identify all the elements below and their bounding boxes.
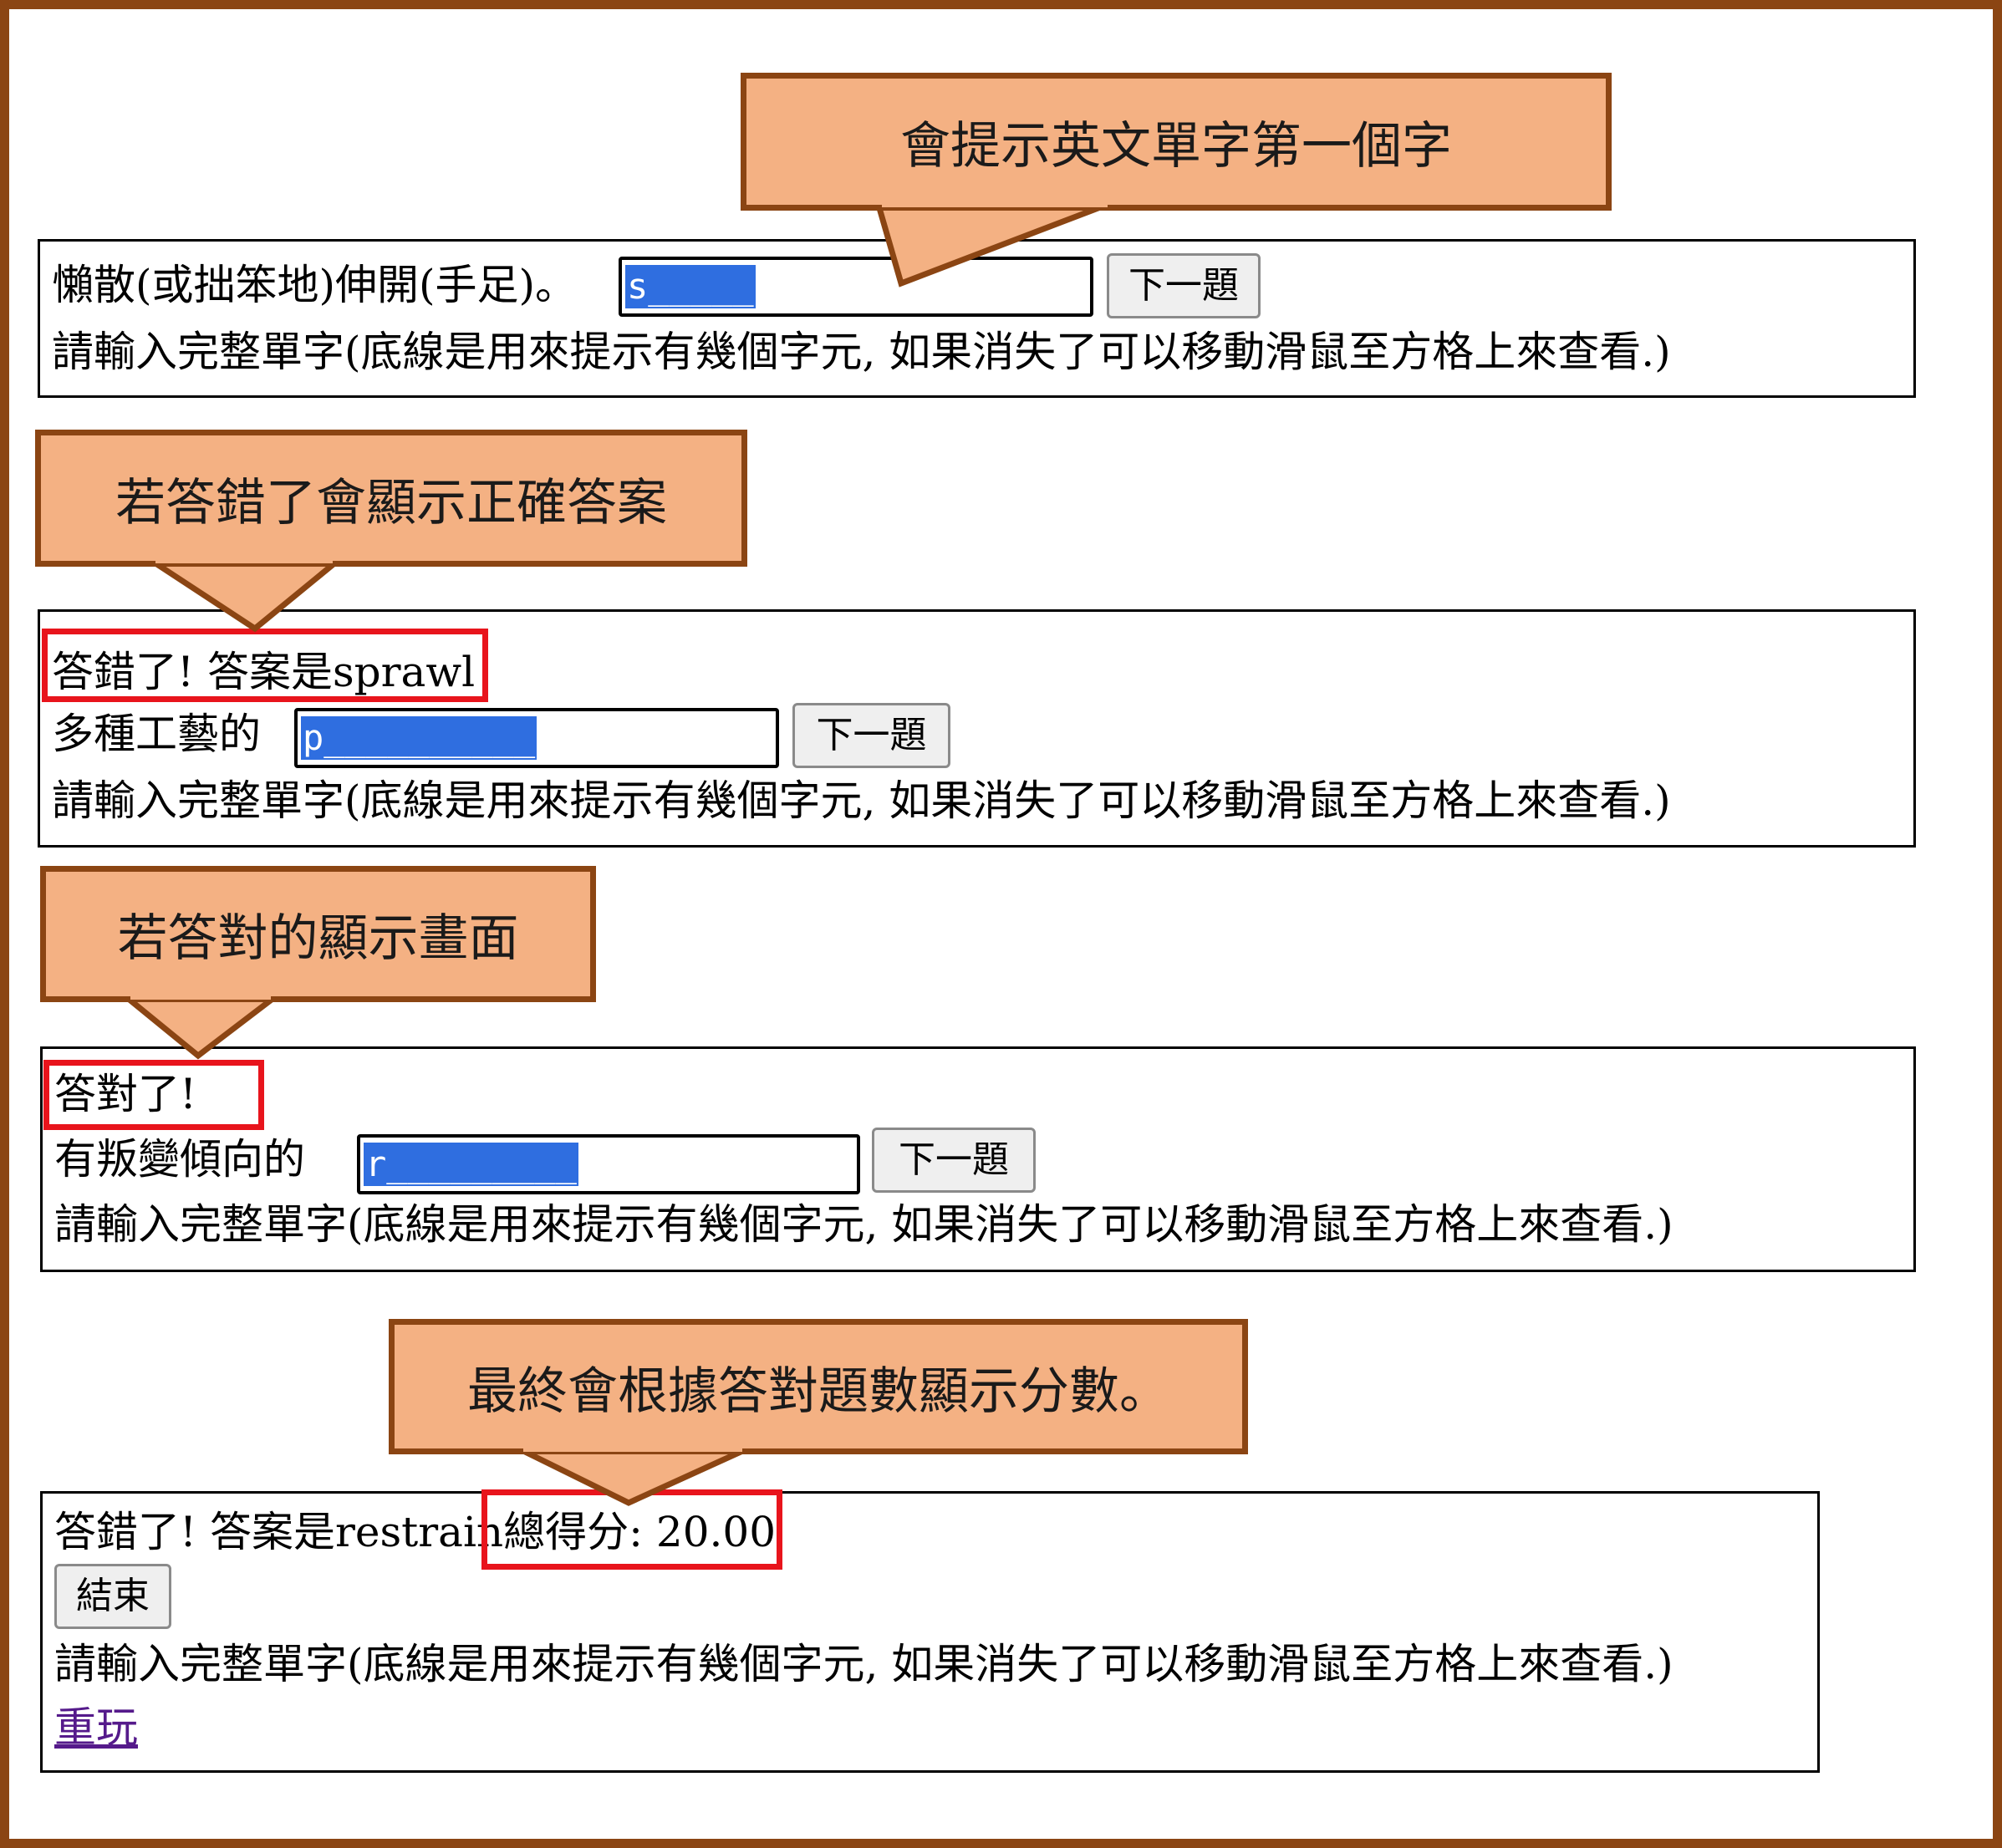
answer-hint-text: s_____ <box>625 265 756 308</box>
next-question-button[interactable]: 下一題 <box>872 1128 1036 1193</box>
instruction-text: 請輸入完整單字(底線是用來提示有幾個字元, 如果消失了可以移動滑鼠至方格上來查看… <box>54 1640 1673 1688</box>
callout-right: 若答對的顯示畫面 <box>40 866 596 1002</box>
next-question-button[interactable]: 下一題 <box>1107 253 1261 318</box>
quiz-panel-hint: 懶散(或拙笨地)伸開(手足)。 s_____ 下一題 請輸入完整單字(底線是用來… <box>38 239 1916 398</box>
question-text: 多種工藝的 <box>52 710 261 758</box>
answer-input[interactable]: s_____ <box>619 257 1093 317</box>
correct-feedback-highlight <box>43 1060 264 1130</box>
quiz-panel-final: 答錯了! 答案是restrain總得分: 20.00 結束 請輸入完整單字(底線… <box>40 1491 1820 1773</box>
question-text: 懶散(或拙笨地)伸開(手足)。 <box>52 261 578 309</box>
answer-hint-text: p__________ <box>301 716 537 760</box>
replay-link[interactable]: 重玩 <box>54 1703 138 1752</box>
question-text: 有叛變傾向的 <box>54 1135 305 1184</box>
answer-input[interactable]: r_________ <box>357 1134 860 1194</box>
replay-line: 重玩 <box>54 1701 138 1754</box>
answer-hint-text: r_________ <box>364 1143 578 1186</box>
instruction-text: 請輸入完整單字(底線是用來提示有幾個字元, 如果消失了可以移動滑鼠至方格上來查看… <box>54 1200 1673 1249</box>
instruction-text: 請輸入完整單字(底線是用來提示有幾個字元, 如果消失了可以移動滑鼠至方格上來查看… <box>52 328 1671 376</box>
score-highlight <box>481 1489 782 1570</box>
answer-input[interactable]: p__________ <box>294 708 779 768</box>
callout-wrong: 若答錯了會顯示正確答案 <box>35 430 747 567</box>
callout-score: 最終會根據答對題數顯示分數。 <box>389 1319 1248 1454</box>
next-question-button[interactable]: 下一題 <box>792 703 950 768</box>
quiz-panel-right: 答對了! 有叛變傾向的 r_________ 下一題 請輸入完整單字(底線是用來… <box>40 1046 1916 1272</box>
instruction-text: 請輸入完整單字(底線是用來提示有幾個字元, 如果消失了可以移動滑鼠至方格上來查看… <box>52 776 1671 825</box>
feedback-text: 答錯了! 答案是restrain <box>54 1508 504 1556</box>
wrong-answer-highlight <box>42 629 488 702</box>
end-button[interactable]: 結束 <box>54 1564 171 1629</box>
callout-hint: 會提示英文單字第一個字 <box>741 73 1612 211</box>
